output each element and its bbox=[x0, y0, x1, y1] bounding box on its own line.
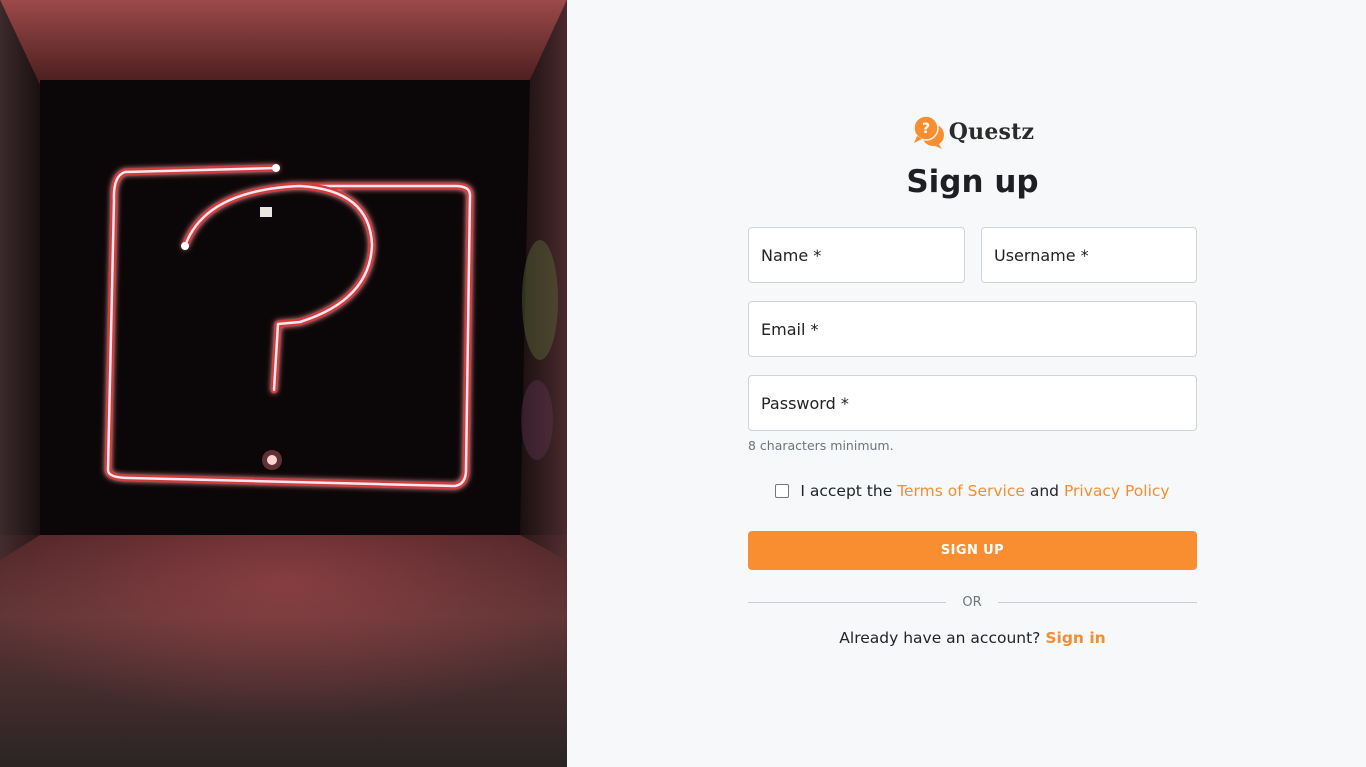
divider-line-right bbox=[998, 602, 1197, 603]
name-input[interactable] bbox=[749, 228, 964, 282]
signup-panel: ? Questz Sign up 8 characters minimum. I… bbox=[567, 0, 1366, 767]
username-field bbox=[981, 227, 1197, 283]
terms-of-service-link[interactable]: Terms of Service bbox=[897, 482, 1025, 500]
divider-label: OR bbox=[962, 595, 982, 610]
sign-up-button[interactable]: SIGN UP bbox=[748, 531, 1197, 570]
password-hint: 8 characters minimum. bbox=[748, 438, 894, 453]
terms-conjunction: and bbox=[1029, 482, 1060, 500]
signup-page: ? Questz Sign up 8 characters minimum. I… bbox=[0, 0, 1366, 767]
sign-in-link[interactable]: Sign in bbox=[1045, 629, 1105, 647]
divider-line-left bbox=[748, 602, 946, 603]
signin-prompt: Already have an account? bbox=[839, 629, 1041, 647]
question-chat-bubbles-icon: ? bbox=[913, 115, 944, 149]
neon-question-mark-photo bbox=[0, 0, 567, 767]
terms-checkbox[interactable] bbox=[775, 484, 790, 498]
brand-name: Questz bbox=[948, 119, 1035, 145]
name-field bbox=[748, 227, 965, 283]
email-input[interactable] bbox=[749, 302, 1196, 356]
svg-text:?: ? bbox=[922, 121, 930, 137]
terms-row: I accept the Terms of Service and Privac… bbox=[748, 482, 1197, 500]
privacy-policy-link[interactable]: Privacy Policy bbox=[1064, 482, 1170, 500]
or-divider: OR bbox=[748, 594, 1197, 612]
password-field bbox=[748, 375, 1197, 431]
email-field bbox=[748, 301, 1197, 357]
hero-image bbox=[0, 0, 567, 767]
brand: ? Questz bbox=[748, 114, 1197, 150]
password-input[interactable] bbox=[749, 376, 1196, 430]
page-title: Sign up bbox=[906, 164, 1039, 200]
username-input[interactable] bbox=[982, 228, 1196, 282]
terms-prefix: I accept the bbox=[800, 482, 893, 500]
signin-row: Already have an account? Sign in bbox=[748, 629, 1197, 647]
